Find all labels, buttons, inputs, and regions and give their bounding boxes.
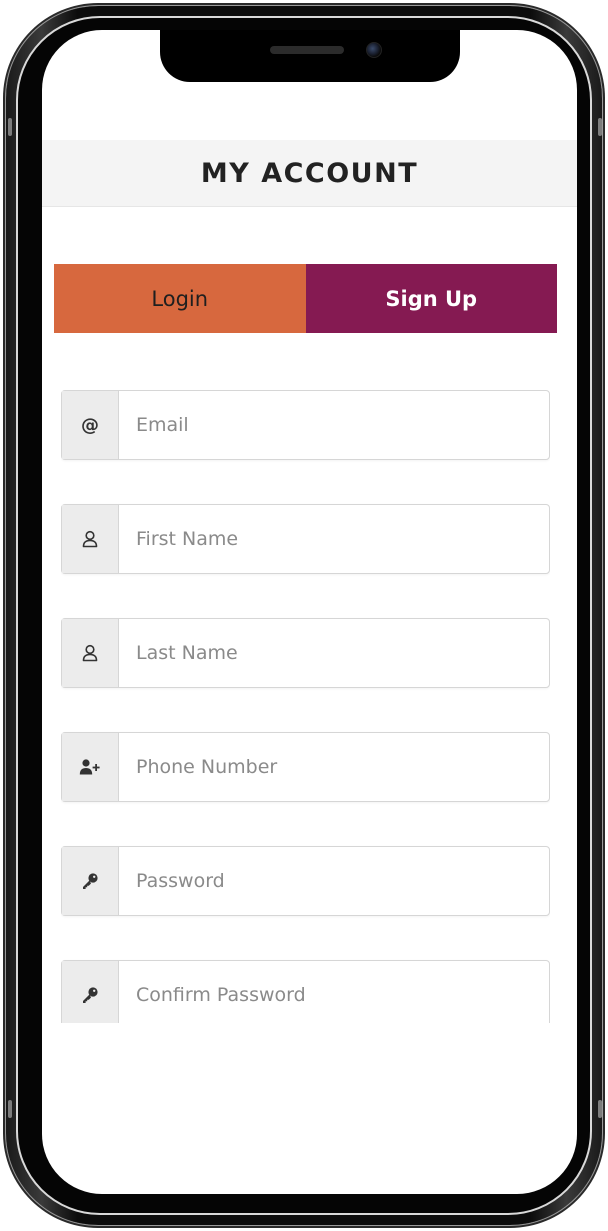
- tab-login[interactable]: Login: [54, 264, 306, 333]
- app-screen: MY ACCOUNT Login Sign Up @: [42, 30, 577, 1194]
- side-button-left: [8, 118, 12, 136]
- side-button-right-lower: [598, 1100, 602, 1118]
- at-icon: @: [62, 391, 119, 459]
- tab-sign-up[interactable]: Sign Up: [305, 264, 557, 333]
- first-name-input[interactable]: [119, 505, 549, 573]
- password-field: [61, 846, 550, 916]
- phone-field: [61, 732, 550, 802]
- page-header: MY ACCOUNT: [42, 140, 577, 207]
- key-icon: [62, 961, 119, 1023]
- front-camera: [366, 42, 382, 58]
- side-button-right: [598, 118, 602, 136]
- notch: [160, 30, 460, 82]
- user-icon: [62, 505, 119, 573]
- last-name-field: [61, 618, 550, 688]
- key-icon: [62, 847, 119, 915]
- auth-tabs: Login Sign Up: [54, 264, 557, 333]
- first-name-field: [61, 504, 550, 574]
- password-input[interactable]: [119, 847, 549, 915]
- email-field: @: [61, 390, 550, 460]
- user-plus-icon: [62, 733, 119, 801]
- user-icon: [62, 619, 119, 687]
- last-name-input[interactable]: [119, 619, 549, 687]
- email-input[interactable]: [119, 391, 549, 459]
- confirm-password-input[interactable]: [119, 961, 549, 1023]
- page-title: MY ACCOUNT: [200, 157, 419, 189]
- side-button-left-lower: [8, 1100, 12, 1118]
- confirm-password-field: [61, 960, 550, 1023]
- signup-form: @: [61, 390, 550, 1023]
- phone-input[interactable]: [119, 733, 549, 801]
- speaker-grille: [270, 46, 344, 54]
